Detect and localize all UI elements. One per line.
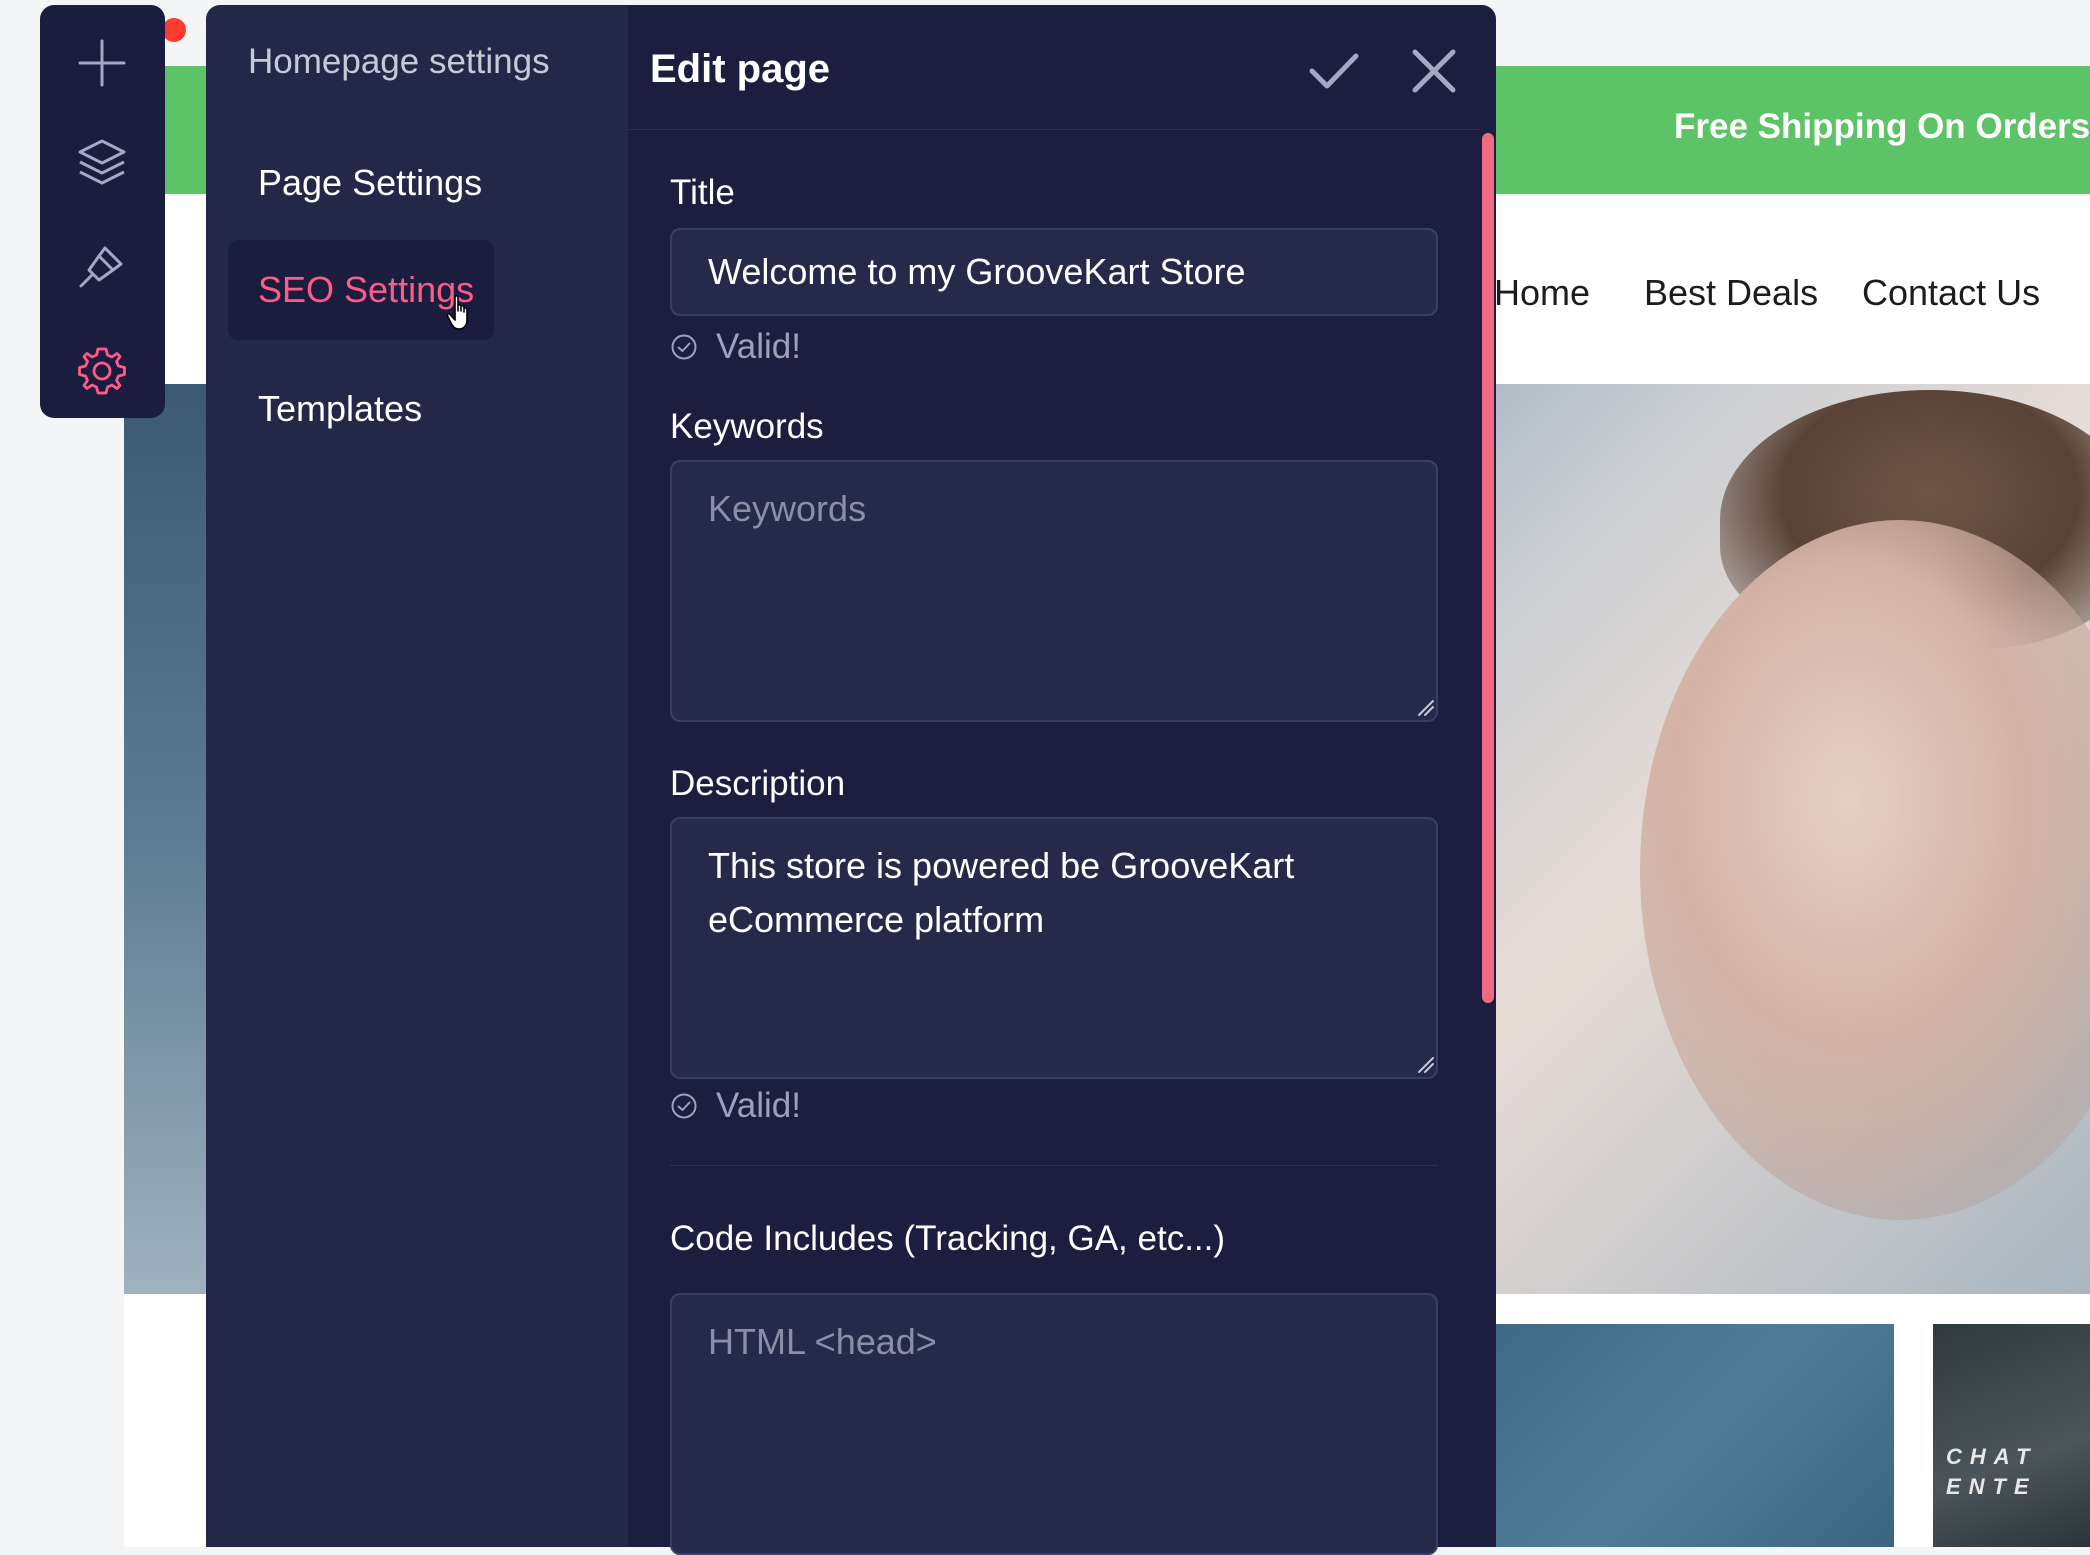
resize-grip-icon[interactable] bbox=[1416, 1055, 1434, 1073]
keywords-textarea[interactable] bbox=[670, 460, 1438, 722]
settings-sidebar: Homepage settings Page Settings SEO Sett… bbox=[206, 5, 628, 1547]
sidebar-item-label: Page Settings bbox=[258, 162, 483, 203]
brush-icon bbox=[79, 246, 123, 288]
confirm-button[interactable] bbox=[1304, 41, 1364, 101]
validation-text: Valid! bbox=[716, 327, 801, 366]
nav-link-contact-us[interactable]: Contact Us bbox=[1862, 272, 2040, 314]
sidebar-item-label: Templates bbox=[258, 388, 423, 429]
nav-link-best-deals[interactable]: Best Deals bbox=[1644, 272, 1818, 314]
keywords-label: Keywords bbox=[670, 407, 824, 446]
plus-icon bbox=[78, 39, 126, 87]
scrollbar-thumb[interactable] bbox=[1482, 133, 1494, 1003]
product-tile-text: CHAT ENTE bbox=[1946, 1444, 2038, 1499]
check-circle-icon bbox=[671, 1093, 697, 1119]
tool-rail bbox=[40, 5, 165, 418]
layers-icon bbox=[78, 139, 126, 185]
nav-link-home[interactable]: Home bbox=[1494, 272, 1590, 314]
window-close-dot[interactable] bbox=[162, 18, 186, 42]
sidebar-item-page-settings[interactable]: Page Settings bbox=[228, 133, 494, 233]
description-label: Description bbox=[670, 764, 846, 803]
settings-button[interactable] bbox=[62, 331, 142, 411]
sidebar-item-label: SEO Settings bbox=[258, 269, 475, 310]
description-textarea[interactable]: This store is powered be GrooveKart eCom… bbox=[670, 817, 1438, 1079]
title-validation: Valid! bbox=[670, 327, 801, 367]
edit-page-panel: Edit page Title Valid! Keywords Descript… bbox=[628, 5, 1496, 1555]
product-tile-dark[interactable] bbox=[1933, 1324, 2090, 1547]
sidebar-title: Homepage settings bbox=[248, 42, 550, 81]
add-button[interactable] bbox=[62, 23, 142, 103]
code-includes-textarea[interactable] bbox=[670, 1293, 1438, 1555]
validation-text: Valid! bbox=[716, 1086, 801, 1125]
close-button[interactable] bbox=[1404, 41, 1464, 101]
design-button[interactable] bbox=[62, 227, 142, 307]
check-circle-icon bbox=[671, 334, 697, 360]
close-icon bbox=[1412, 49, 1456, 93]
code-includes-label: Code Includes (Tracking, GA, etc...) bbox=[670, 1219, 1226, 1258]
panel-title: Edit page bbox=[650, 47, 831, 91]
gear-icon bbox=[78, 347, 126, 395]
title-label: Title bbox=[670, 173, 735, 212]
hero-image-left-edge bbox=[124, 384, 206, 1294]
section-divider bbox=[670, 1165, 1438, 1166]
sidebar-item-templates[interactable]: Templates bbox=[228, 359, 494, 459]
resize-grip-icon[interactable] bbox=[1416, 698, 1434, 716]
product-tile-denim[interactable] bbox=[1496, 1324, 1894, 1547]
hand-cursor-icon bbox=[446, 295, 468, 330]
layers-button[interactable] bbox=[62, 123, 142, 203]
edit-page-header: Edit page bbox=[628, 5, 1496, 130]
promo-text: Free Shipping On Orders $ bbox=[1674, 107, 2090, 146]
title-input[interactable] bbox=[670, 228, 1438, 316]
check-icon bbox=[1309, 53, 1359, 89]
description-validation: Valid! bbox=[670, 1086, 801, 1126]
